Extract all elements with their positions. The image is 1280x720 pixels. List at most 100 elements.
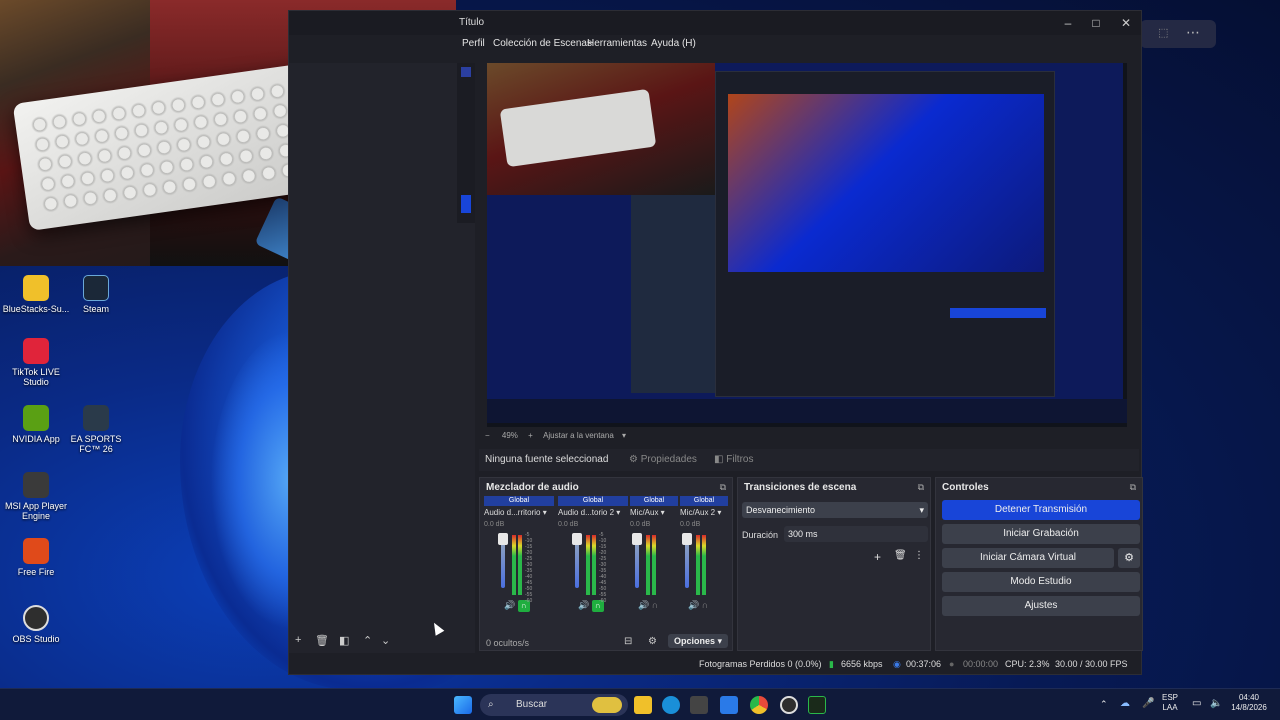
edge-icon[interactable]: [662, 696, 680, 714]
desktop-icon-freefire[interactable]: Free Fire: [0, 538, 72, 577]
headphone-off-icon[interactable]: ∩: [702, 600, 708, 610]
close-button[interactable]: ✕: [1111, 15, 1141, 31]
transition-select[interactable]: Desvanecimiento ▾: [742, 502, 928, 518]
mail-icon[interactable]: [720, 696, 738, 714]
desktop-icon-tiktok[interactable]: TikTok LIVE Studio: [0, 338, 72, 387]
menu-ayuda[interactable]: Ayuda (H): [651, 38, 696, 49]
move-down-icon[interactable]: ⌄: [381, 634, 390, 647]
gear-icon: ⚙: [629, 454, 641, 465]
mixer-title: Mezclador de audio: [486, 482, 579, 493]
mixer-settings-icon[interactable]: ⚙: [648, 636, 657, 647]
level-meter: [518, 535, 522, 595]
more-icon[interactable]: ⋯: [1186, 24, 1200, 41]
desktop-icon-steam[interactable]: Steam: [60, 275, 132, 314]
desktop-icon-eafc[interactable]: EA SPORTS FC™ 26: [60, 405, 132, 454]
popout-icon[interactable]: ⧉: [918, 482, 924, 493]
monitor-icon[interactable]: ▭: [1192, 698, 1201, 709]
channel-db: 0.0 dB: [630, 521, 651, 528]
remove-transition-icon[interactable]: 🗑: [894, 550, 907, 561]
studio-mode-button[interactable]: Modo Estudio: [942, 572, 1140, 592]
fader-knob[interactable]: [682, 533, 692, 545]
move-up-icon[interactable]: ⌃: [363, 634, 372, 647]
level-meter: [512, 535, 516, 595]
menu-escenas[interactable]: Colección de Escenas: [493, 38, 592, 49]
chrome-icon[interactable]: [750, 696, 768, 714]
bitrate: 6656 kbps: [841, 659, 883, 669]
mixer-layout-icon[interactable]: ⊟: [624, 636, 632, 647]
preview-keyboard: [499, 88, 657, 168]
mixer-channel: Global Mic/Aux ▾ 0.0 dB 🔊 ∩: [630, 496, 680, 626]
properties-button[interactable]: ⚙ Propiedades: [629, 454, 697, 465]
channel-name[interactable]: Mic/Aux ▾: [630, 508, 665, 517]
popout-icon[interactable]: ⧉: [720, 482, 726, 493]
speaker-icon[interactable]: 🔊: [688, 600, 699, 610]
volume-icon[interactable]: 🔈: [1210, 698, 1222, 709]
filters-button[interactable]: ◧ Filtros: [714, 454, 753, 465]
settings-button[interactable]: Ajustes: [942, 596, 1140, 616]
maximize-button[interactable]: □: [1081, 15, 1111, 31]
fader-knob[interactable]: [572, 533, 582, 545]
zoom-in-icon[interactable]: +: [528, 431, 533, 440]
level-meter: [592, 535, 596, 595]
channel-group: Global: [680, 496, 728, 506]
fader-knob[interactable]: [632, 533, 642, 545]
side-active-icon[interactable]: [461, 195, 471, 213]
terminal-icon[interactable]: [808, 696, 826, 714]
taskbar-search[interactable]: ⌕ Buscar: [480, 694, 628, 716]
cpu-usage: CPU: 2.3%: [1005, 659, 1050, 669]
duration-label: Duración: [742, 530, 779, 540]
menu-herramientas[interactable]: Herramientas: [587, 38, 647, 49]
zoom-out-icon[interactable]: −: [485, 431, 490, 440]
obs-taskbar-icon[interactable]: [780, 696, 798, 714]
network-icon[interactable]: ☁: [1120, 698, 1130, 709]
stop-stream-button[interactable]: Detener Transmisión: [942, 500, 1140, 520]
minimize-button[interactable]: –: [1053, 15, 1083, 31]
channel-name[interactable]: Audio d...torio 2 ▾: [558, 508, 620, 517]
channel-group: Global: [630, 496, 678, 506]
start-record-button[interactable]: Iniciar Grabación: [942, 524, 1140, 544]
mixer-options-button[interactable]: Opciones ▾: [668, 634, 728, 648]
add-scene-icon[interactable]: +: [295, 634, 301, 646]
popout-icon[interactable]: ⧉: [1130, 482, 1136, 493]
more-options-icon[interactable]: ⋮: [914, 550, 924, 561]
channel-name[interactable]: Mic/Aux 2 ▾: [680, 508, 721, 517]
duration-input[interactable]: 300 ms: [784, 526, 928, 542]
preview-canvas[interactable]: [487, 63, 1127, 427]
start-icon[interactable]: [454, 696, 472, 714]
mic-icon[interactable]: 🎤: [1142, 698, 1154, 709]
dropped-frames: Fotogramas Perdidos 0 (0.0%): [699, 659, 822, 669]
status-bar: Fotogramas Perdidos 0 (0.0%) ▮ 6656 kbps…: [479, 655, 1143, 675]
side-tool-icon[interactable]: [461, 67, 471, 77]
mixer-channel: Global Audio d...torio 2 ▾ 0.0 dB 🔊 ∩ -5…: [558, 496, 628, 626]
channel-db: 0.0 dB: [558, 521, 579, 528]
clock[interactable]: 04:40 14/8/2026: [1226, 693, 1272, 713]
meter-scale: -5 -10 -15 -20 -25 -30 -35 -40 -45 -50 -55 -60: [525, 532, 533, 604]
channel-db: 0.0 dB: [680, 521, 701, 528]
chevron-up-icon[interactable]: ⌃: [1100, 699, 1108, 710]
channel-name[interactable]: Audio d...rritorio ▾: [484, 508, 547, 517]
taskbar: ⌕ Buscar ⌃ ☁ 🎤 ESP LAA ▭ 🔈 04:40 14/8/2026: [0, 688, 1280, 720]
mixer-channel: Global Mic/Aux 2 ▾ 0.0 dB 🔊 ∩: [680, 496, 730, 626]
level-meter: [702, 535, 706, 595]
file-explorer-icon[interactable]: [634, 696, 652, 714]
speaker-icon[interactable]: 🔊: [638, 600, 649, 610]
fader-knob[interactable]: [498, 533, 508, 545]
menu-perfil[interactable]: Perfil: [462, 38, 485, 49]
controls-title: Controles: [942, 482, 989, 493]
speaker-icon[interactable]: 🔊: [578, 600, 589, 610]
virtual-camera-button[interactable]: Iniciar Cámara Virtual: [942, 548, 1114, 568]
remove-scene-icon[interactable]: 🗑: [315, 634, 329, 647]
headphone-off-icon[interactable]: ∩: [652, 600, 658, 610]
fit-window[interactable]: Ajustar a la ventana: [543, 431, 614, 440]
add-transition-icon[interactable]: +: [874, 550, 881, 564]
virtual-cam-settings-icon[interactable]: ⚙: [1118, 548, 1140, 568]
speaker-icon[interactable]: 🔊: [504, 600, 515, 610]
hidden-count: 0 ocultos/s: [486, 638, 530, 648]
fps: 30.00 / 30.00 FPS: [1055, 659, 1128, 669]
store-icon[interactable]: [690, 696, 708, 714]
scene-filters-icon[interactable]: ◧: [339, 634, 349, 647]
desktop-icon-obs[interactable]: OBS Studio: [0, 605, 72, 644]
desktop-icon-msi[interactable]: MSI App Player Engine: [0, 472, 72, 521]
chevron-down-icon[interactable]: ▾: [622, 431, 626, 440]
language-indicator[interactable]: ESP LAA: [1162, 693, 1178, 713]
